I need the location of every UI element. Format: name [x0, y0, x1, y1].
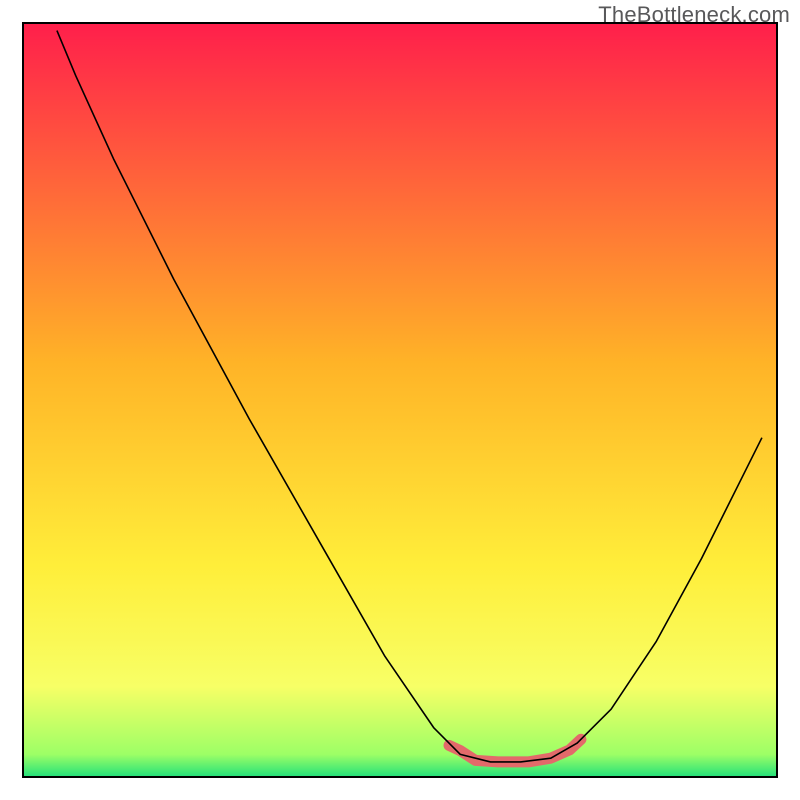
gradient-background	[23, 23, 777, 777]
watermark-text: TheBottleneck.com	[598, 2, 790, 28]
bottleneck-chart	[0, 0, 800, 800]
chart-frame: TheBottleneck.com	[0, 0, 800, 800]
